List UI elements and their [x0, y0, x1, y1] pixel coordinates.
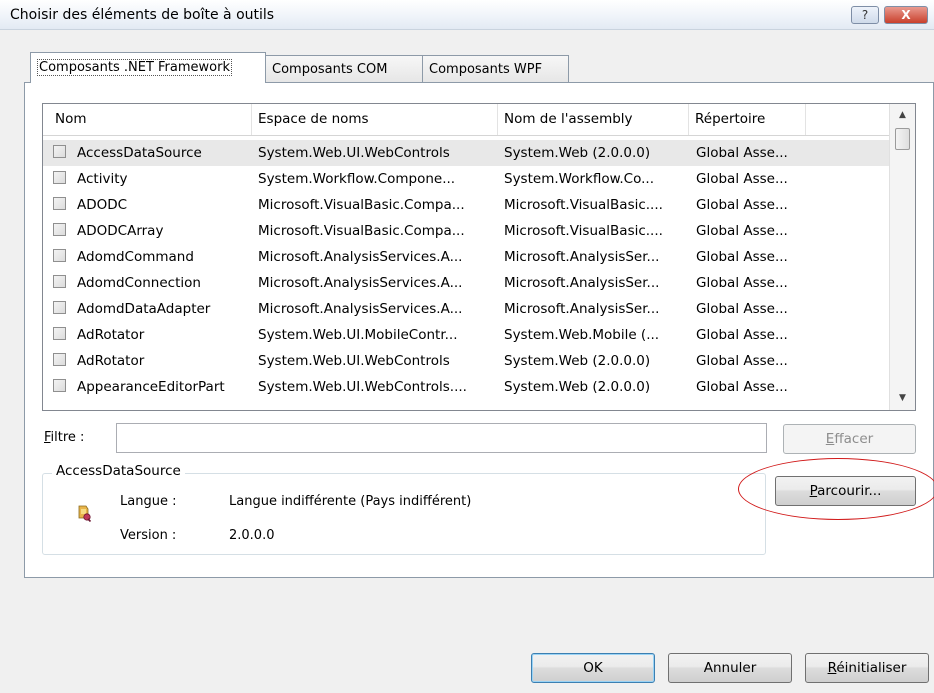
item-checkbox[interactable]: [53, 223, 66, 236]
cell-name: AdRotator: [77, 353, 145, 369]
list-item[interactable]: AdomdCommand Microsoft.AnalysisServices.A…: [43, 244, 889, 270]
item-checkbox[interactable]: [53, 379, 66, 392]
cell-directory: Global Asse...: [696, 223, 788, 239]
cell-directory: Global Asse...: [696, 249, 788, 265]
vertical-scrollbar[interactable]: ▲ ▼: [889, 104, 915, 410]
item-checkbox[interactable]: [53, 171, 66, 184]
column-header-name[interactable]: Nom: [43, 104, 252, 135]
cell-namespace: Microsoft.AnalysisServices.A...: [258, 249, 463, 265]
cell-name: ADODC: [77, 197, 128, 213]
tab-label: Composants COM: [272, 62, 388, 77]
cell-namespace: System.Web.UI.MobileContr...: [258, 327, 458, 343]
language-value: Langue indifférente (Pays indifférent): [229, 494, 472, 509]
cell-namespace: System.Workflow.Compone...: [258, 171, 456, 187]
item-checkbox[interactable]: [53, 275, 66, 288]
item-checkbox[interactable]: [53, 197, 66, 210]
help-button[interactable]: ?: [851, 6, 879, 24]
version-label: Version :: [120, 528, 177, 543]
item-checkbox[interactable]: [53, 301, 66, 314]
tab-com[interactable]: Composants COM: [265, 55, 423, 82]
details-groupbox-title: AccessDataSource: [52, 463, 185, 479]
list-item[interactable]: ADODC Microsoft.VisualBasic.Compa... Micro…: [43, 192, 889, 218]
scroll-up-arrow-icon[interactable]: ▲: [890, 105, 915, 125]
item-checkbox[interactable]: [53, 249, 66, 262]
cell-directory: Global Asse...: [696, 275, 788, 291]
cell-namespace: System.Web.UI.WebControls: [258, 145, 450, 161]
cell-namespace: Microsoft.AnalysisServices.A...: [258, 275, 463, 291]
cell-assembly: Microsoft.VisualBasic....: [504, 223, 663, 239]
cell-namespace: Microsoft.VisualBasic.Compa...: [258, 223, 465, 239]
cell-directory: Global Asse...: [696, 301, 788, 317]
column-header-row: Nom Espace de noms Nom de l'assembly Rép…: [43, 104, 889, 136]
cell-name: AdomdConnection: [77, 275, 201, 291]
cancel-button[interactable]: Annuler: [668, 653, 792, 683]
cell-directory: Global Asse...: [696, 379, 788, 395]
cell-namespace: System.Web.UI.WebControls: [258, 353, 450, 369]
cell-name: AdomdDataAdapter: [77, 301, 211, 317]
tab-net-framework[interactable]: Composants .NET Framework: [30, 52, 266, 83]
list-item[interactable]: AdRotator System.Web.UI.WebControls System…: [43, 348, 889, 374]
tab-label: Composants .NET Framework: [37, 59, 232, 76]
cell-directory: Global Asse...: [696, 353, 788, 369]
version-value: 2.0.0.0: [229, 528, 275, 543]
column-header-spacer: [806, 104, 889, 135]
scrollbar-thumb[interactable]: [895, 128, 910, 150]
cell-name: Activity: [77, 171, 128, 187]
cell-assembly: System.Web (2.0.0.0): [504, 353, 651, 369]
list-item[interactable]: AppearanceEditorPart System.Web.UI.WebCon…: [43, 374, 889, 400]
cell-name: ADODCArray: [77, 223, 164, 239]
cell-assembly: System.Web (2.0.0.0): [504, 379, 651, 395]
clear-button: Effacer: [783, 424, 916, 454]
cell-directory: Global Asse...: [696, 145, 788, 161]
scroll-down-arrow-icon[interactable]: ▼: [890, 388, 915, 408]
list-item[interactable]: AdomdConnection Microsoft.AnalysisService…: [43, 270, 889, 296]
column-header-assembly[interactable]: Nom de l'assembly: [498, 104, 689, 135]
cell-directory: Global Asse...: [696, 171, 788, 187]
dialog-window: Choisir des éléments de boîte à outils ?…: [0, 0, 934, 693]
item-checkbox[interactable]: [53, 353, 66, 366]
cell-directory: Global Asse...: [696, 197, 788, 213]
list-item[interactable]: ADODCArray Microsoft.VisualBasic.Compa...…: [43, 218, 889, 244]
list-item[interactable]: Activity System.Workflow.Compone... System…: [43, 166, 889, 192]
cell-assembly: Microsoft.AnalysisSer...: [504, 301, 660, 317]
cell-assembly: System.Web (2.0.0.0): [504, 145, 651, 161]
item-checkbox[interactable]: [53, 327, 66, 340]
cell-name: AdomdCommand: [77, 249, 194, 265]
cell-namespace: System.Web.UI.WebControls....: [258, 379, 467, 395]
assembly-icon: [78, 505, 92, 522]
cell-assembly: Microsoft.AnalysisSer...: [504, 275, 660, 291]
components-list[interactable]: Nom Espace de noms Nom de l'assembly Rép…: [42, 103, 916, 411]
window-title: Choisir des éléments de boîte à outils: [10, 7, 275, 23]
cell-namespace: Microsoft.AnalysisServices.A...: [258, 301, 463, 317]
language-label: Langue :: [120, 494, 177, 509]
cell-name: AppearanceEditorPart: [77, 379, 225, 395]
tab-wpf[interactable]: Composants WPF: [422, 55, 569, 82]
cell-assembly: System.Workflow.Co...: [504, 171, 654, 187]
item-checkbox[interactable]: [53, 145, 66, 158]
filter-input[interactable]: [116, 423, 767, 453]
cell-directory: Global Asse...: [696, 327, 788, 343]
list-item[interactable]: AccessDataSource System.Web.UI.WebControl…: [43, 140, 889, 166]
cell-assembly: System.Web.Mobile (...: [504, 327, 660, 343]
filter-label: Filtre :: [44, 430, 85, 445]
tab-label: Composants WPF: [429, 62, 543, 77]
cell-name: AccessDataSource: [77, 145, 202, 161]
reset-button[interactable]: Réinitialiser: [805, 653, 929, 683]
title-bar[interactable]: Choisir des éléments de boîte à outils ?…: [0, 0, 934, 30]
ok-button[interactable]: OK: [531, 653, 655, 683]
cell-assembly: Microsoft.VisualBasic....: [504, 197, 663, 213]
list-item[interactable]: AdRotator System.Web.UI.MobileContr... Sys…: [43, 322, 889, 348]
cell-name: AdRotator: [77, 327, 145, 343]
annotation-ellipse: [738, 458, 934, 520]
cell-assembly: Microsoft.AnalysisSer...: [504, 249, 660, 265]
cell-namespace: Microsoft.VisualBasic.Compa...: [258, 197, 465, 213]
close-button[interactable]: X: [884, 6, 928, 24]
column-header-namespace[interactable]: Espace de noms: [252, 104, 498, 135]
column-header-directory[interactable]: Répertoire: [689, 104, 806, 135]
list-item[interactable]: AdomdDataAdapter Microsoft.AnalysisServic…: [43, 296, 889, 322]
